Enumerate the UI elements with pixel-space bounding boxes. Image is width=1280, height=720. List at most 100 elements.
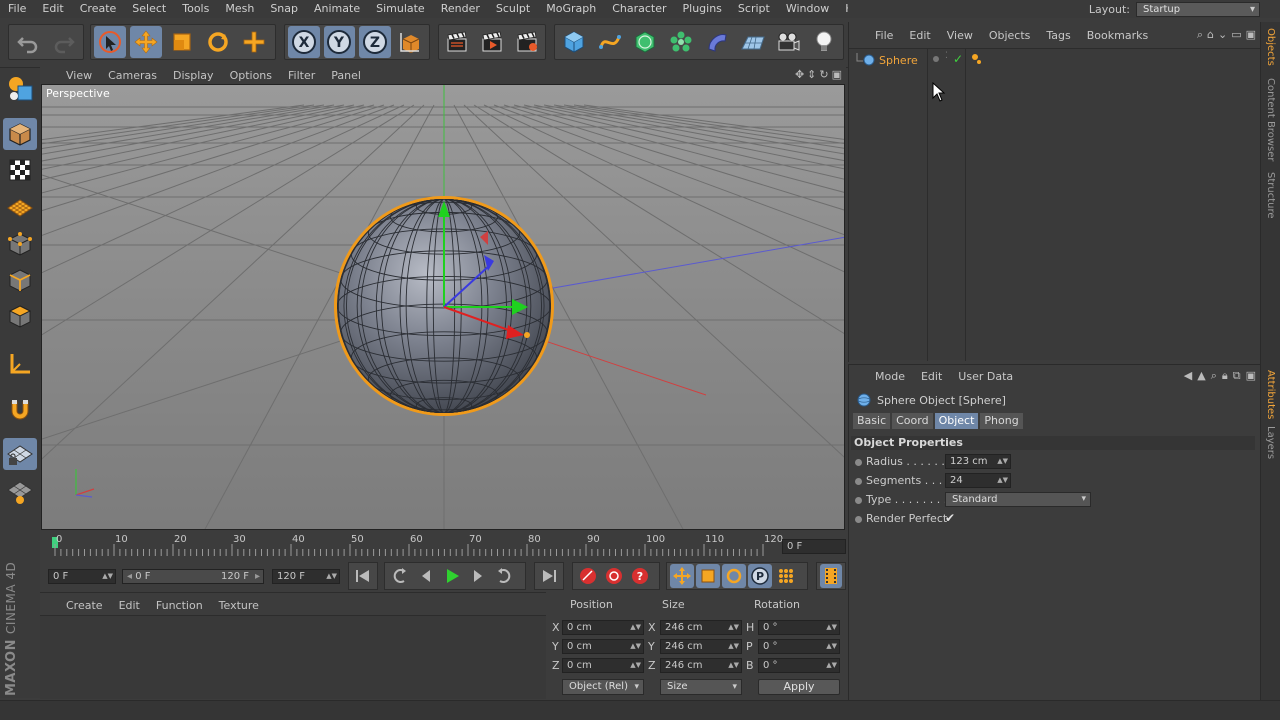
- tab-coord[interactable]: Coord: [892, 413, 933, 429]
- planar-workplane-button[interactable]: [3, 476, 37, 508]
- edges-mode-button[interactable]: [3, 264, 37, 296]
- menu-tools[interactable]: Tools: [174, 0, 217, 18]
- range-left-arrow-icon[interactable]: ◂: [127, 571, 132, 582]
- mat-menu-create[interactable]: Create: [40, 599, 111, 612]
- vtab-attributes[interactable]: Attributes: [1265, 370, 1276, 419]
- vtab-structure[interactable]: Structure: [1265, 172, 1276, 219]
- vp-menu-view[interactable]: View: [40, 69, 100, 82]
- spinner-icon[interactable]: ▲▼: [630, 640, 641, 653]
- size-x-field[interactable]: 246 cm ▲▼: [660, 620, 742, 635]
- preview-range-slider[interactable]: ◂ 0 F 120 F ▸: [122, 569, 264, 584]
- cube-object-button[interactable]: [558, 26, 590, 58]
- redo-button[interactable]: [48, 26, 80, 58]
- end-frame-field[interactable]: 120 F ▲▼: [272, 569, 340, 584]
- new-panel-icon[interactable]: ⧉: [1233, 369, 1241, 383]
- menu-edit[interactable]: Edit: [34, 0, 71, 18]
- spinner-icon[interactable]: ▲▼: [997, 474, 1008, 487]
- am-menu-mode[interactable]: Mode: [849, 370, 913, 383]
- model-mode-button[interactable]: [3, 118, 37, 150]
- animate-dot-icon[interactable]: [855, 478, 862, 485]
- back-icon[interactable]: ⌄: [1218, 28, 1227, 42]
- menu-select[interactable]: Select: [124, 0, 174, 18]
- animate-dot-icon[interactable]: [855, 497, 862, 504]
- render-visibility-dot[interactable]: ⁚: [945, 51, 948, 61]
- object-row-sphere[interactable]: Sphere ⁚ ✓: [849, 51, 1261, 69]
- spinner-icon[interactable]: ▲▼: [997, 455, 1008, 468]
- mat-menu-function[interactable]: Function: [148, 599, 211, 612]
- arrow-left-icon[interactable]: ◀: [1184, 369, 1192, 383]
- menu-snap[interactable]: Snap: [262, 0, 306, 18]
- goto-start-button[interactable]: [352, 564, 374, 588]
- panel-menu-icon[interactable]: ▣: [1246, 369, 1256, 383]
- rotation-b-field[interactable]: 0 ° ▲▼: [758, 658, 840, 673]
- key-point-level-button[interactable]: [774, 564, 798, 588]
- radius-field[interactable]: 123 cm ▲▼: [945, 454, 1011, 469]
- size-y-field[interactable]: 246 cm ▲▼: [660, 639, 742, 654]
- om-menu-view[interactable]: View: [939, 29, 981, 42]
- spinner-icon[interactable]: ▲▼: [728, 640, 739, 653]
- perspective-viewport[interactable]: Perspective: [41, 84, 845, 530]
- pan-icon[interactable]: ✥: [795, 68, 804, 81]
- prev-key-button[interactable]: [388, 564, 412, 588]
- timeline-ruler[interactable]: 0 10 20 30 40 50 60 70 80 90 100 110 120: [52, 532, 783, 562]
- object-list[interactable]: Sphere ⁚ ✓: [849, 48, 1261, 361]
- timeline[interactable]: 0 10 20 30 40 50 60 70 80 90 100 110 120 0 F: [40, 532, 848, 562]
- camera-button[interactable]: [773, 26, 805, 58]
- workplane-mode-button[interactable]: [3, 190, 37, 222]
- y-axis-button[interactable]: Y: [323, 26, 355, 58]
- apply-button[interactable]: Apply: [758, 679, 840, 695]
- spinner-icon[interactable]: ▲▼: [326, 570, 337, 583]
- am-menu-edit[interactable]: Edit: [913, 370, 950, 383]
- tab-phong[interactable]: Phong: [980, 413, 1023, 429]
- menu-mograph[interactable]: MoGraph: [538, 0, 604, 18]
- menu-simulate[interactable]: Simulate: [368, 0, 433, 18]
- vtab-objects[interactable]: Objects: [1265, 28, 1276, 66]
- scale-tool-button[interactable]: [166, 26, 198, 58]
- move-tool-button[interactable]: [130, 26, 162, 58]
- record-button[interactable]: [576, 564, 600, 588]
- menu-file[interactable]: File: [0, 0, 34, 18]
- next-key-button[interactable]: [492, 564, 516, 588]
- type-dropdown[interactable]: Standard ▾: [945, 492, 1091, 507]
- position-x-field[interactable]: 0 cm ▲▼: [562, 620, 644, 635]
- keyframe-selection-button[interactable]: ?: [628, 564, 652, 588]
- phong-tag-icon[interactable]: [971, 53, 983, 65]
- maximize-view-icon[interactable]: ▣: [832, 68, 842, 81]
- minimize-icon[interactable]: ▭: [1231, 28, 1241, 42]
- om-menu-edit[interactable]: Edit: [901, 29, 938, 42]
- x-axis-button[interactable]: X: [288, 26, 320, 58]
- z-axis-button[interactable]: Z: [359, 26, 391, 58]
- size-z-field[interactable]: 246 cm ▲▼: [660, 658, 742, 673]
- axis-mode-button[interactable]: [3, 348, 37, 380]
- arrow-up-icon[interactable]: ▲: [1197, 369, 1205, 383]
- object-name[interactable]: Sphere: [879, 54, 918, 67]
- mat-menu-edit[interactable]: Edit: [111, 599, 148, 612]
- vtab-content-browser[interactable]: Content Browser: [1265, 78, 1276, 161]
- mat-menu-texture[interactable]: Texture: [211, 599, 267, 612]
- vp-menu-cameras[interactable]: Cameras: [100, 69, 165, 82]
- menu-plugins[interactable]: Plugins: [675, 0, 730, 18]
- points-mode-button[interactable]: [3, 228, 37, 260]
- editor-visibility-dot[interactable]: [933, 56, 939, 62]
- segments-field[interactable]: 24 ▲▼: [945, 473, 1011, 488]
- home-icon[interactable]: ⌂: [1207, 28, 1214, 42]
- spinner-icon[interactable]: ▲▼: [630, 659, 641, 672]
- panel-menu-icon[interactable]: ▣: [1246, 28, 1256, 42]
- orbit-icon[interactable]: ↻: [819, 68, 828, 81]
- subdivision-surface-button[interactable]: [630, 26, 662, 58]
- vp-menu-options[interactable]: Options: [222, 69, 280, 82]
- radius-handle[interactable]: [524, 332, 530, 338]
- key-parameter-button[interactable]: P: [748, 564, 772, 588]
- rotation-p-field[interactable]: 0 ° ▲▼: [758, 639, 840, 654]
- menu-animate[interactable]: Animate: [306, 0, 368, 18]
- dolly-icon[interactable]: ⇕: [807, 68, 816, 81]
- texture-mode-button[interactable]: [3, 154, 37, 186]
- start-frame-field[interactable]: 0 F ▲▼: [48, 569, 116, 584]
- tab-object[interactable]: Object: [934, 413, 979, 429]
- om-menu-file[interactable]: File: [849, 29, 901, 42]
- locked-workplane-button[interactable]: [3, 438, 37, 470]
- range-right-arrow-icon[interactable]: ▸: [255, 570, 260, 583]
- search-icon[interactable]: ⌕: [1197, 28, 1203, 42]
- spinner-icon[interactable]: ▲▼: [630, 621, 641, 634]
- om-menu-tags[interactable]: Tags: [1038, 29, 1078, 42]
